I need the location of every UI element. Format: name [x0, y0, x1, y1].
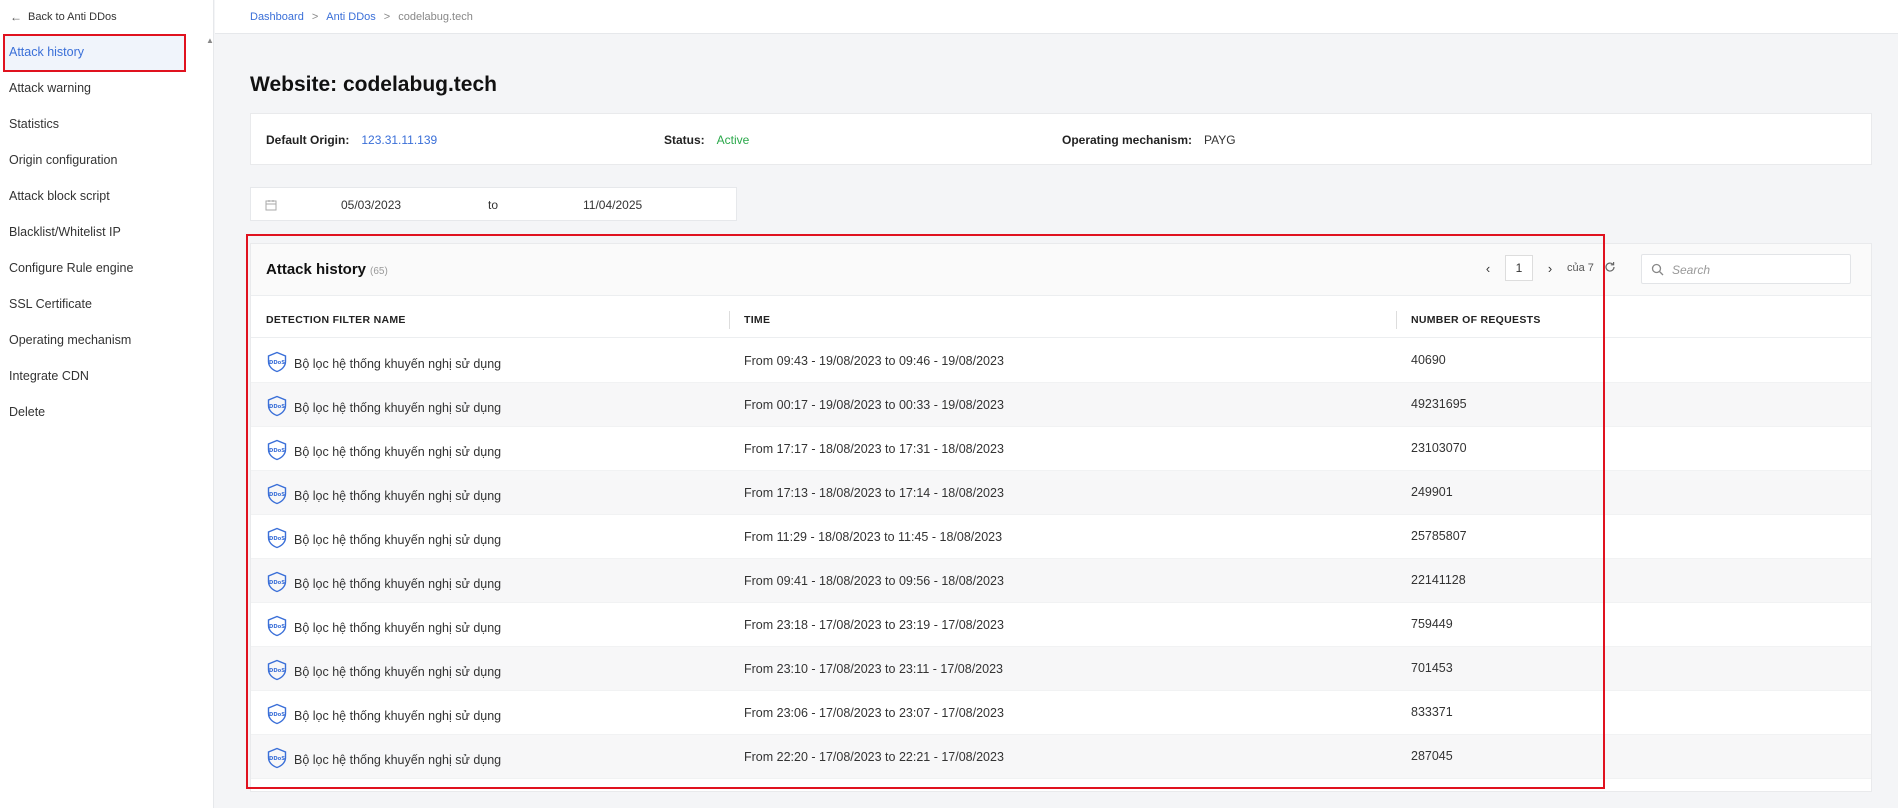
default-origin-label: Default Origin: — [266, 133, 350, 147]
date-to[interactable]: 11/04/2025 — [583, 198, 642, 212]
highlight-box-menu — [3, 34, 186, 72]
operating-mechanism-label: Operating mechanism: — [1062, 133, 1193, 147]
arrow-left-icon: ← — [10, 10, 22, 24]
operating-mechanism-value: PAYG — [1204, 133, 1236, 147]
date-from[interactable]: 05/03/2023 — [341, 198, 401, 212]
sidebar-item-attack-warning[interactable]: Attack warning — [0, 70, 214, 106]
calendar-icon — [265, 199, 277, 214]
breadcrumb-current: codelabug.tech — [398, 11, 473, 23]
sidebar-item-attack-block-script[interactable]: Attack block script — [0, 178, 214, 214]
date-range-picker[interactable]: 05/03/2023 to 11/04/2025 — [250, 187, 737, 221]
breadcrumb: Dashboard > Anti DDos > codelabug.tech — [250, 11, 473, 23]
sidebar-item-statistics[interactable]: Statistics — [0, 106, 214, 142]
sidebar-item-delete[interactable]: Delete — [0, 394, 214, 430]
breadcrumb-separator: > — [383, 11, 391, 23]
sidebar-item-rule-engine[interactable]: Configure Rule engine — [0, 250, 214, 286]
sidebar-item-operating-mechanism[interactable]: Operating mechanism — [0, 322, 214, 358]
search-input[interactable] — [1672, 261, 1842, 279]
back-link-label: Back to Anti DDos — [28, 11, 117, 23]
breadcrumb-dashboard[interactable]: Dashboard — [250, 11, 304, 23]
date-to-label: to — [488, 198, 499, 212]
search-box — [1641, 254, 1851, 284]
breadcrumb-anti-ddos[interactable]: Anti DDos — [326, 11, 376, 23]
back-link[interactable]: ← Back to Anti DDos — [10, 10, 117, 24]
breadcrumb-separator: > — [311, 11, 319, 23]
sidebar-item-origin-configuration[interactable]: Origin configuration — [0, 142, 214, 178]
status-label: Status: — [664, 133, 705, 147]
default-origin-value[interactable]: 123.31.11.139 — [361, 133, 437, 147]
sidebar-menu: Attack history Attack warning Statistics… — [0, 34, 214, 430]
status: Status: Active — [664, 133, 749, 147]
sidebar-item-ssl-certificate[interactable]: SSL Certificate — [0, 286, 214, 322]
refresh-icon[interactable] — [1604, 261, 1616, 276]
operating-mechanism: Operating mechanism: PAYG — [1062, 133, 1236, 147]
page-title: Website: codelabug.tech — [250, 73, 497, 96]
highlight-box-table — [246, 234, 1605, 789]
status-value: Active — [716, 133, 750, 147]
sidebar-item-blacklist-whitelist[interactable]: Blacklist/Whitelist IP — [0, 214, 214, 250]
sidebar: ← Back to Anti DDos Attack history Attac… — [0, 0, 214, 808]
sidebar-item-integrate-cdn[interactable]: Integrate CDN — [0, 358, 214, 394]
scroll-up-icon[interactable]: ▲ — [206, 36, 214, 45]
topbar: Dashboard > Anti DDos > codelabug.tech — [215, 0, 1898, 34]
website-info-card: Default Origin: 123.31.11.139 Status: Acti… — [250, 113, 1872, 165]
default-origin: Default Origin: 123.31.11.139 — [266, 133, 437, 147]
search-icon — [1651, 263, 1664, 279]
